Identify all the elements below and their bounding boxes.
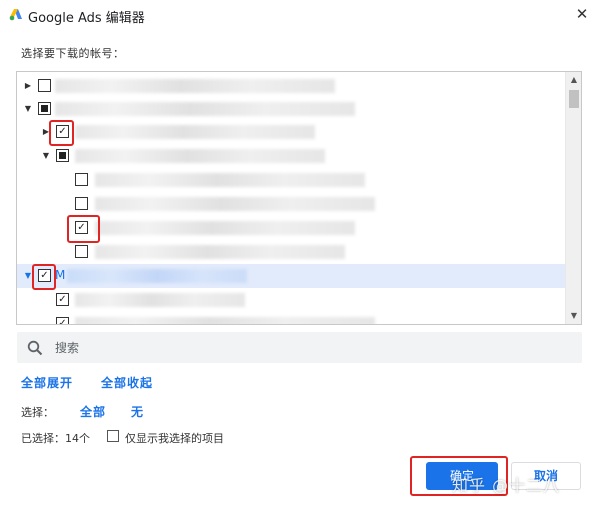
account-checkbox[interactable]: ✓	[56, 293, 69, 306]
redacted-account-name	[75, 317, 375, 324]
redacted-account-name	[55, 79, 335, 93]
tree-row[interactable]: ▼	[17, 144, 565, 168]
account-name-initial: M	[55, 268, 66, 282]
dialog-prompt: 选择要下载的帐号：	[21, 47, 125, 60]
tree-row[interactable]: ▶ ✓	[17, 120, 565, 144]
annotation-highlight	[32, 264, 56, 290]
account-checkbox[interactable]	[75, 245, 88, 258]
redacted-account-name	[95, 173, 365, 187]
tree-row[interactable]	[17, 240, 565, 264]
tree-row[interactable]: ▶	[17, 74, 565, 98]
show-only-selected-label[interactable]: 仅显示我选择的项目	[125, 430, 224, 446]
collapse-all-link[interactable]: 全部收起	[101, 374, 153, 391]
search-icon	[27, 340, 43, 356]
collapse-arrow-icon[interactable]: ▼	[41, 151, 51, 161]
account-checkbox[interactable]	[75, 173, 88, 186]
close-icon[interactable]: ✕	[573, 5, 591, 23]
annotation-highlight	[49, 120, 74, 146]
select-none-link[interactable]: 无	[131, 403, 144, 420]
scroll-up-icon[interactable]: ▲	[566, 72, 581, 88]
redacted-account-name	[95, 197, 375, 211]
show-only-selected-checkbox[interactable]	[107, 430, 119, 442]
account-tree[interactable]: ▶ ▼ ▶ ✓ ▼ ✓ ▼ ✓ M ✓ ✓ ▲ ▼	[16, 71, 582, 325]
watermark: 知乎 @十二八	[452, 476, 561, 495]
redacted-account-name	[67, 269, 247, 283]
tree-row[interactable]: ✓	[17, 312, 565, 324]
account-checkbox[interactable]	[56, 149, 69, 162]
tree-row[interactable]: ▼	[17, 97, 565, 121]
google-ads-logo-icon	[9, 9, 22, 21]
redacted-account-name	[75, 125, 315, 139]
selected-count: 已选择：14个	[21, 432, 90, 445]
tree-scrollbar[interactable]: ▲ ▼	[565, 72, 581, 324]
collapse-arrow-icon[interactable]: ▼	[23, 104, 33, 114]
account-checkbox[interactable]	[75, 197, 88, 210]
redacted-account-name	[95, 245, 345, 259]
redacted-account-name	[75, 149, 325, 163]
expand-arrow-icon[interactable]: ▶	[23, 81, 33, 91]
account-checkbox[interactable]	[38, 102, 51, 115]
annotation-highlight	[67, 215, 100, 243]
expand-all-link[interactable]: 全部展开	[21, 374, 73, 391]
scroll-thumb[interactable]	[569, 90, 579, 108]
tree-row[interactable]	[17, 192, 565, 216]
redacted-account-name	[95, 221, 355, 235]
tree-row[interactable]: ✓	[17, 288, 565, 312]
scroll-down-icon[interactable]: ▼	[566, 308, 581, 324]
redacted-account-name	[75, 293, 245, 307]
redacted-account-name	[55, 102, 355, 116]
tree-row[interactable]	[17, 168, 565, 192]
select-all-link[interactable]: 全部	[80, 403, 106, 420]
search-input[interactable]	[53, 332, 553, 363]
tree-row-selected[interactable]: ▼ ✓ M	[17, 264, 565, 288]
search-box[interactable]	[17, 332, 582, 363]
window-title: Google Ads 编辑器	[28, 11, 145, 26]
title-bar: Google Ads 编辑器 ✕	[0, 0, 600, 30]
selection-label: 选择：	[21, 406, 54, 419]
account-checkbox[interactable]: ✓	[56, 317, 69, 324]
account-checkbox[interactable]	[38, 79, 51, 92]
